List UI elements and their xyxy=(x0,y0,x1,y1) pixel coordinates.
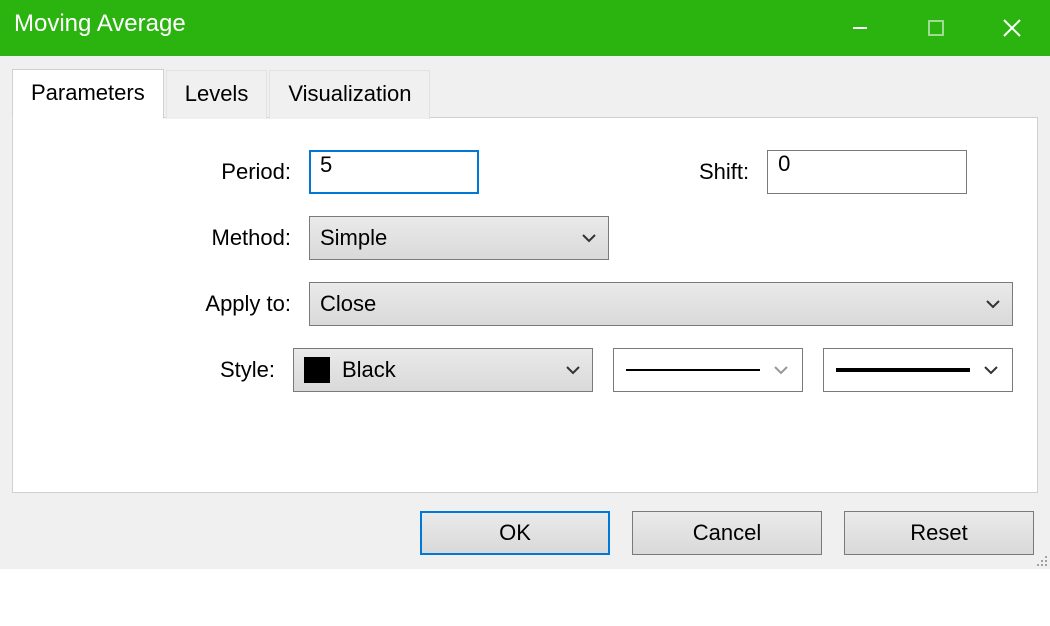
close-icon xyxy=(1001,17,1023,39)
method-selected-value: Simple xyxy=(320,225,387,251)
style-line-type-select[interactable] xyxy=(613,348,803,392)
chevron-down-icon xyxy=(984,295,1002,313)
ok-button[interactable]: OK xyxy=(420,511,610,555)
style-color-selected-value: Black xyxy=(342,357,396,383)
minimize-button[interactable] xyxy=(822,0,898,56)
maximize-button[interactable] xyxy=(898,0,974,56)
line-width-sample xyxy=(836,368,970,372)
method-label: Method: xyxy=(37,225,309,251)
tab-panel-parameters: Period: 5 Shift: 0 Method: Simple Apply xyxy=(12,117,1038,493)
minimize-icon xyxy=(850,18,870,38)
dialog-body: Parameters Levels Visualization Period: … xyxy=(0,56,1050,569)
chevron-down-icon xyxy=(580,229,598,247)
period-input[interactable]: 5 xyxy=(309,150,479,194)
button-row: OK Cancel Reset xyxy=(12,511,1038,555)
shift-input[interactable]: 0 xyxy=(767,150,967,194)
close-button[interactable] xyxy=(974,0,1050,56)
apply-to-label: Apply to: xyxy=(37,291,309,317)
titlebar: Moving Average xyxy=(0,0,1050,56)
apply-to-selected-value: Close xyxy=(320,291,376,317)
window-title: Moving Average xyxy=(0,0,822,38)
style-label: Style: xyxy=(37,357,293,383)
line-type-sample xyxy=(626,369,760,371)
tab-visualization[interactable]: Visualization xyxy=(269,70,430,119)
apply-to-select[interactable]: Close xyxy=(309,282,1013,326)
tab-levels[interactable]: Levels xyxy=(166,70,268,119)
tab-strip: Parameters Levels Visualization xyxy=(12,68,1038,118)
chevron-down-icon xyxy=(772,361,790,379)
tab-parameters[interactable]: Parameters xyxy=(12,69,164,119)
chevron-down-icon xyxy=(564,361,582,379)
style-color-select[interactable]: Black xyxy=(293,348,593,392)
cancel-button[interactable]: Cancel xyxy=(632,511,822,555)
method-select[interactable]: Simple xyxy=(309,216,609,260)
reset-button[interactable]: Reset xyxy=(844,511,1034,555)
style-line-width-select[interactable] xyxy=(823,348,1013,392)
chevron-down-icon xyxy=(982,361,1000,379)
period-label: Period: xyxy=(37,159,309,185)
maximize-icon xyxy=(926,18,946,38)
resize-grip-icon[interactable] xyxy=(1034,553,1048,567)
color-swatch xyxy=(304,357,330,383)
shift-label: Shift: xyxy=(699,159,749,185)
